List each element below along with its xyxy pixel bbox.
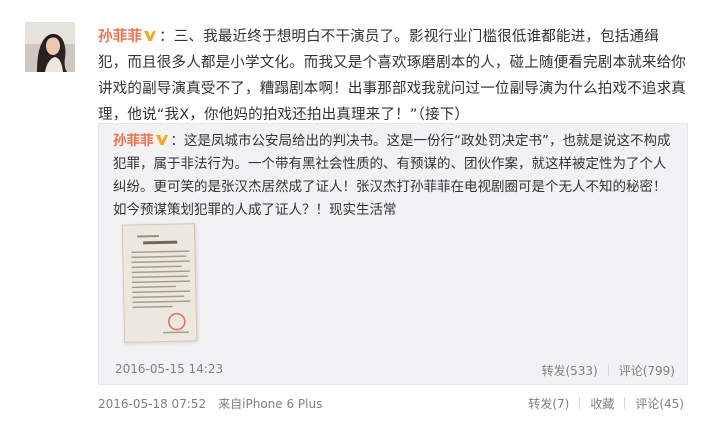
repost-forward-link[interactable]: 转发(533) — [541, 362, 597, 379]
post-author-name[interactable]: 孙菲菲 — [98, 29, 142, 45]
post-footer: 2016-05-18 07:52 来自iPhone 6 Plus 转发(7) 收藏… — [98, 395, 688, 413]
weibo-post-card: 孙菲菲 ：三、我最近终于想明白不干演员了。影视行业门槛很低谁都能进，包括通缉犯，而… — [0, 0, 701, 424]
repost-timestamp[interactable]: 2016-05-15 14:23 — [115, 362, 223, 376]
repost-actions: 转发(533) 评论(799) — [541, 362, 675, 379]
forward-link[interactable]: 转发(7) — [528, 395, 569, 412]
post-meta: 2016-05-18 07:52 来自iPhone 6 Plus — [98, 395, 322, 412]
divider — [607, 364, 609, 376]
penalty-document-image — [122, 224, 198, 343]
reposted-weibo[interactable]: 孙菲菲 ：这是凤城市公安局给出的判决书。这是一份行“政处罚决定书”，也就是说这不构… — [98, 123, 688, 385]
avatar[interactable] — [25, 22, 75, 72]
v-badge-icon — [155, 135, 168, 145]
post-text-block: 孙菲菲 ：三、我最近终于想明白不干演员了。影视行业门槛很低谁都能进，包括通缉犯，而… — [98, 24, 688, 128]
avatar-image — [25, 22, 75, 72]
comment-link[interactable]: 评论(45) — [635, 395, 684, 412]
post-actions: 转发(7) 收藏 评论(45) — [528, 395, 684, 412]
divider — [624, 397, 626, 409]
repost-footer: 2016-05-15 14:23 转发(533) 评论(799) — [115, 362, 675, 380]
repost-author-name[interactable]: 孙菲菲 — [113, 133, 154, 149]
favorite-link[interactable]: 收藏 — [590, 395, 614, 412]
post-body: 孙菲菲 ：三、我最近终于想明白不干演员了。影视行业门槛很低谁都能进，包括通缉犯，而… — [98, 24, 688, 128]
repost-content: ：这是凤城市公安局给出的判决书。这是一份行“政处罚决定书”，也就是说这不构成犯罪… — [113, 133, 671, 218]
repost-text-block: 孙菲菲 ：这是凤城市公安局给出的判决书。这是一份行“政处罚决定书”，也就是说这不构… — [113, 130, 673, 222]
divider — [579, 397, 581, 409]
post-timestamp[interactable]: 2016-05-18 07:52 — [98, 397, 206, 411]
document-image-thumbnail[interactable] — [121, 223, 198, 343]
v-badge-icon — [144, 31, 157, 41]
repost-comment-link[interactable]: 评论(799) — [619, 362, 675, 379]
post-content: ：三、我最近终于想明白不干演员了。影视行业门槛很低谁都能进，包括通缉犯，而且很多… — [98, 29, 686, 123]
post-source: 来自iPhone 6 Plus — [218, 397, 323, 411]
